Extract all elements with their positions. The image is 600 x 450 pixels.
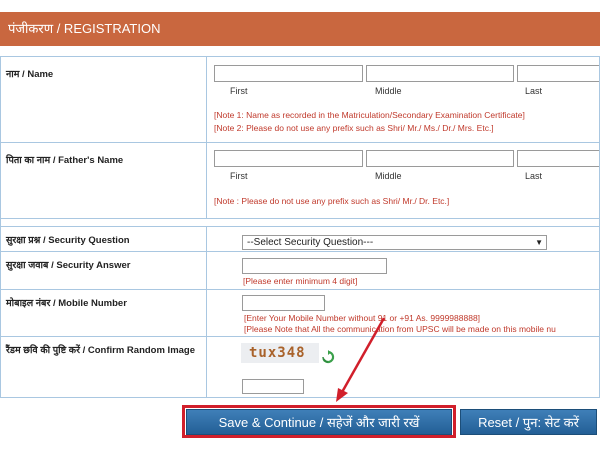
father-first-input[interactable] <box>214 150 363 167</box>
father-last-input[interactable] <box>517 150 599 167</box>
registration-panel-bottom: सुरक्षा प्रश्न / Security Question --Sel… <box>0 226 600 398</box>
security-answer-note: [Please enter minimum 4 digit] <box>243 276 358 286</box>
father-name-row: पिता का नाम / Father's Name First Middle… <box>1 143 599 219</box>
mobile-row: मोबाइल नंबर / Mobile Number [Enter Your … <box>1 290 599 337</box>
captcha-image: tux348 <box>241 343 319 363</box>
security-question-label: सुरक्षा प्रश्न / Security Question <box>1 227 207 251</box>
mobile-note-1: [Enter Your Mobile Number without 91 or … <box>244 313 481 323</box>
name-note-1: [Note 1: Name as recorded in the Matricu… <box>214 110 525 120</box>
security-answer-label: सुरक्षा जवाब / Security Answer <box>1 252 207 289</box>
middle-name-input[interactable] <box>366 65 514 82</box>
save-continue-button[interactable]: Save & Continue / सहेजें और जारी रखें <box>186 409 452 435</box>
name-note-2: [Note 2: Please do not use any prefix su… <box>214 123 494 133</box>
father-name-label: पिता का नाम / Father's Name <box>1 143 207 218</box>
first-name-input[interactable] <box>214 65 363 82</box>
mobile-label: मोबाइल नंबर / Mobile Number <box>1 290 207 336</box>
first-sublabel: First <box>230 86 248 96</box>
last-name-input[interactable] <box>517 65 599 82</box>
reset-button[interactable]: Reset / पुन: सेट करें <box>460 409 597 435</box>
security-question-row: सुरक्षा प्रश्न / Security Question --Sel… <box>1 227 599 252</box>
dropdown-arrow-icon: ▼ <box>535 238 543 247</box>
refresh-icon[interactable] <box>321 350 335 364</box>
father-middle-sublabel: Middle <box>375 171 402 181</box>
father-middle-input[interactable] <box>366 150 514 167</box>
father-name-note: [Note : Please do not use any prefix suc… <box>214 196 450 206</box>
security-question-select[interactable]: --Select Security Question--- ▼ <box>242 235 547 250</box>
father-first-sublabel: First <box>230 171 248 181</box>
middle-sublabel: Middle <box>375 86 402 96</box>
name-row: नाम / Name First Middle Last [Note 1: Na… <box>1 57 599 143</box>
captcha-input[interactable] <box>242 379 304 394</box>
registration-panel-top: नाम / Name First Middle Last [Note 1: Na… <box>0 56 600 228</box>
name-label: नाम / Name <box>1 57 207 142</box>
father-last-sublabel: Last <box>525 171 543 181</box>
security-answer-input[interactable] <box>242 258 387 274</box>
security-answer-row: सुरक्षा जवाब / Security Answer [Please e… <box>1 252 599 290</box>
page-title: पंजीकरण / REGISTRATION <box>0 12 600 46</box>
last-sublabel: Last <box>525 86 543 96</box>
mobile-input[interactable] <box>242 295 325 311</box>
captcha-label: रैंडम छवि की पुष्टि करें / Confirm Rando… <box>1 337 207 397</box>
security-question-value: --Select Security Question--- <box>247 237 374 248</box>
mobile-note-2: [Please Note that All the communication … <box>244 324 556 334</box>
